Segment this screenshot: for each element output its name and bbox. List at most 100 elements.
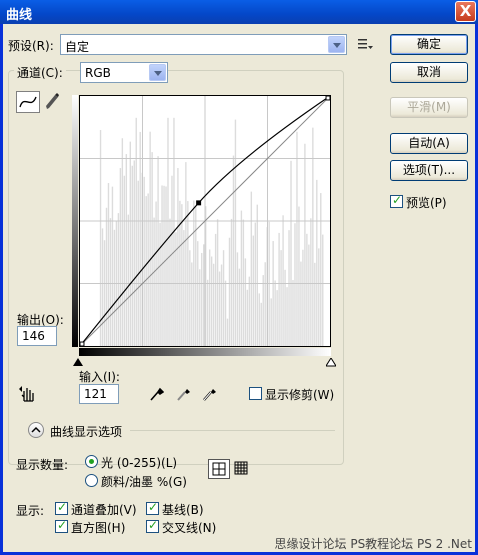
- histogram-bar: [286, 287, 288, 346]
- histogram-bar: [127, 214, 130, 346]
- histogram-bar: [195, 205, 197, 346]
- histogram-bar: [123, 175, 126, 346]
- histogram-bar: [185, 162, 187, 346]
- histogram-checkbox[interactable]: [55, 518, 68, 533]
- histogram-bar: [155, 201, 157, 346]
- options-button[interactable]: 选项(T)...: [390, 160, 468, 181]
- pigment-radio[interactable]: [85, 474, 98, 487]
- preview-checkbox[interactable]: [390, 193, 403, 208]
- histogram-bar: [145, 196, 147, 346]
- histogram-bar: [125, 154, 128, 346]
- histogram-bar: [322, 234, 324, 346]
- histogram-bar: [264, 262, 266, 346]
- grid-4-icon: [212, 462, 226, 476]
- preset-menu-icon[interactable]: [358, 38, 374, 52]
- histogram-bar: [232, 155, 235, 346]
- output-field[interactable]: 146: [17, 326, 57, 346]
- close-button[interactable]: X: [455, 1, 476, 22]
- histogram-bar: [298, 206, 300, 346]
- simple-grid-button[interactable]: [208, 459, 230, 479]
- window-title: 曲线: [6, 8, 33, 23]
- histogram-bar: [153, 217, 155, 346]
- smooth-button[interactable]: 平滑(M): [390, 97, 468, 118]
- title-bar: 曲线 X: [0, 0, 478, 24]
- baseline-checkbox[interactable]: [146, 500, 159, 515]
- histogram-bar: [139, 131, 141, 346]
- histogram-bar: [284, 269, 286, 346]
- cancel-button[interactable]: 取消: [390, 62, 468, 83]
- histogram-bar: [296, 131, 298, 346]
- black-point-slider-icon[interactable]: [73, 358, 83, 367]
- show-label: 显示:: [16, 504, 45, 518]
- histogram-bar: [260, 302, 262, 346]
- histogram-bar: [254, 222, 256, 346]
- histogram-bar: [216, 219, 219, 346]
- histogram-bar: [244, 258, 247, 346]
- histogram-bar: [206, 279, 209, 346]
- histogram-bar: [101, 228, 104, 346]
- channel-select[interactable]: RGB: [80, 62, 168, 83]
- histogram-bar: [99, 130, 102, 346]
- histogram-bar: [191, 262, 193, 346]
- curve-point-end: [325, 96, 330, 101]
- grid-10-icon: [234, 461, 248, 475]
- histogram-bar: [292, 280, 294, 346]
- pencil-icon[interactable]: [44, 93, 60, 111]
- histogram-bar: [179, 200, 181, 346]
- collapse-toggle[interactable]: [28, 422, 44, 438]
- histogram-bar: [312, 127, 314, 346]
- histogram-bar: [117, 213, 120, 346]
- histogram-bar: [129, 141, 131, 346]
- histogram-bar: [282, 215, 284, 346]
- gray-eyedropper-icon[interactable]: [177, 385, 191, 401]
- light-radio[interactable]: [85, 455, 98, 468]
- histogram-bar: [107, 183, 110, 346]
- channel-overlay-label: 通道叠加(V): [71, 503, 137, 517]
- histogram-bar: [310, 218, 312, 346]
- curve-tool-button[interactable]: [16, 91, 40, 113]
- preset-select[interactable]: 自定: [60, 34, 347, 55]
- histogram-bar: [119, 168, 122, 346]
- histogram-bar: [199, 269, 201, 346]
- chevron-down-icon: [149, 64, 166, 81]
- histogram-bar: [212, 263, 215, 346]
- histogram-bar: [290, 160, 292, 346]
- curve-display-options-label: 曲线显示选项: [50, 425, 123, 439]
- histogram-bar: [246, 289, 249, 346]
- histogram-bar: [113, 229, 116, 346]
- histogram-bar: [242, 219, 245, 346]
- auto-button[interactable]: 自动(A): [390, 133, 468, 154]
- intersection-checkbox[interactable]: [146, 518, 159, 533]
- histogram-bar: [222, 250, 225, 346]
- input-gradient: [79, 348, 331, 356]
- input-field[interactable]: 121: [79, 384, 119, 404]
- white-point-slider-icon[interactable]: [326, 358, 336, 367]
- histogram-bar: [137, 180, 139, 346]
- detailed-grid-button[interactable]: [233, 459, 251, 479]
- histogram-bar: [203, 244, 205, 346]
- show-clipping-checkbox[interactable]: [249, 387, 262, 400]
- histogram-bar: [201, 252, 203, 346]
- histogram-bar: [230, 218, 233, 346]
- histogram-bar: [177, 168, 179, 346]
- histogram: [99, 117, 324, 346]
- histogram-bar: [226, 318, 229, 346]
- hand-adjust-icon[interactable]: [18, 385, 38, 403]
- histogram-bar: [270, 298, 272, 346]
- black-eyedropper-icon[interactable]: [150, 385, 164, 401]
- histogram-bar: [278, 232, 280, 346]
- curve-graph[interactable]: [79, 95, 331, 347]
- histogram-bar: [302, 249, 304, 346]
- histogram-bar: [171, 175, 173, 346]
- histogram-bar: [274, 280, 276, 346]
- ok-button[interactable]: 确定: [390, 34, 468, 55]
- white-eyedropper-icon[interactable]: [203, 385, 217, 401]
- histogram-bar: [165, 186, 167, 346]
- histogram-bar: [272, 241, 274, 346]
- channel-overlay-checkbox[interactable]: [55, 500, 68, 515]
- histogram-bar: [236, 252, 239, 346]
- preset-value: 自定: [65, 40, 90, 54]
- histogram-bar: [159, 222, 161, 346]
- pigment-radio-label: 颜料/油墨 %(G): [101, 475, 187, 489]
- histogram-bar: [314, 262, 316, 346]
